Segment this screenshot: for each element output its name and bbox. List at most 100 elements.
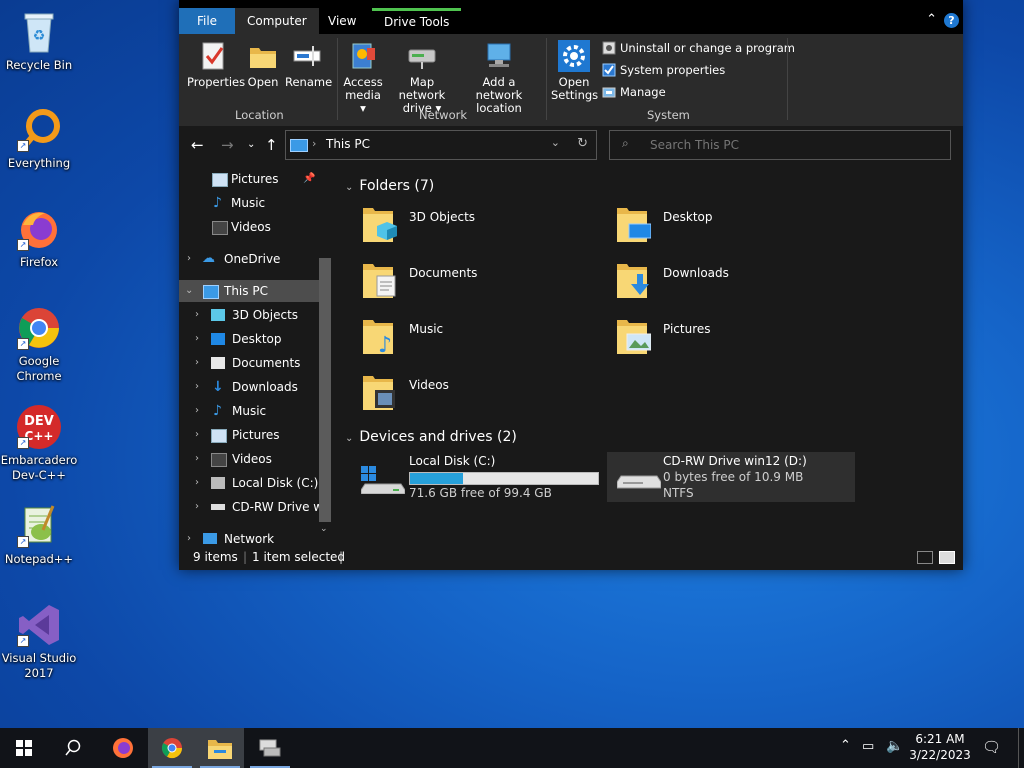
- search-button[interactable]: [48, 728, 96, 768]
- folder-downloads[interactable]: Downloads: [611, 258, 831, 310]
- collapse-chevron-down-icon[interactable]: ⌄: [185, 280, 193, 302]
- nav-item-onedrive[interactable]: › ☁ OneDrive: [179, 248, 319, 270]
- search-input[interactable]: [648, 135, 942, 155]
- nav-item-music[interactable]: › ♪ Music: [179, 400, 319, 422]
- address-path[interactable]: This PC: [326, 137, 370, 151]
- folder-3d-objects[interactable]: 3D Objects: [357, 202, 577, 254]
- expand-chevron-right-icon[interactable]: ›: [187, 528, 191, 544]
- folder-desktop[interactable]: Desktop: [611, 202, 831, 254]
- tab-computer[interactable]: Computer: [235, 8, 319, 34]
- expand-chevron-right-icon[interactable]: ›: [195, 472, 199, 494]
- properties-button[interactable]: Properties: [187, 40, 245, 89]
- nav-item-network[interactable]: › Network: [179, 528, 319, 544]
- folders-section-header[interactable]: ⌄ Folders (7): [345, 178, 434, 194]
- folder-videos[interactable]: Videos: [357, 370, 577, 422]
- add-network-location-button[interactable]: Add a network location: [459, 40, 539, 115]
- navigation-pane[interactable]: Pictures 📌 ♪ Music Videos › ☁ OneDrive ⌄…: [179, 164, 335, 544]
- visual-studio-icon: ↗: [15, 601, 63, 649]
- devices-section-header[interactable]: ⌄ Devices and drives (2): [345, 429, 517, 445]
- taskbar-chrome[interactable]: [148, 728, 196, 768]
- tab-view[interactable]: View: [316, 8, 368, 34]
- open-settings-button[interactable]: Open Settings: [551, 40, 598, 102]
- show-desktop-button[interactable]: [1018, 728, 1024, 768]
- file-explorer-window[interactable]: File Computer View Drive Tools ⌃ ? Prope…: [179, 0, 963, 570]
- start-button[interactable]: [0, 728, 48, 768]
- nav-item-desktop[interactable]: › Desktop: [179, 328, 319, 350]
- recent-locations-chevron-down-icon[interactable]: ⌄: [247, 139, 255, 150]
- nav-item-videos[interactable]: › Videos: [179, 448, 319, 470]
- nav-item-local-disk[interactable]: › Local Disk (C:): [179, 472, 319, 494]
- expand-chevron-right-icon[interactable]: ›: [195, 328, 199, 350]
- map-network-drive-button[interactable]: Map network drive ▾: [385, 40, 459, 115]
- drive-cd-rw-d[interactable]: CD-RW Drive win12 (D:) 0 bytes free of 1…: [607, 452, 855, 502]
- uninstall-program-button[interactable]: Uninstall or change a program: [602, 39, 795, 57]
- desktop-icon-visual-studio[interactable]: ↗ Visual Studio 2017: [0, 601, 78, 681]
- address-bar[interactable]: › This PC ⌄ ↻: [285, 130, 597, 160]
- desktop-icon-devcpp[interactable]: DEV C++ ↗ Embarcadero Dev-C++: [0, 403, 78, 483]
- properties-label: Properties: [187, 75, 246, 89]
- windows-logo-icon: [16, 740, 32, 756]
- notifications-icon[interactable]: 🗨: [982, 738, 1001, 756]
- show-hidden-icons-chevron-up-icon[interactable]: ⌃: [840, 738, 851, 753]
- nav-item-downloads[interactable]: › ↓ Downloads: [179, 376, 319, 398]
- search-box[interactable]: ⌕: [609, 130, 951, 160]
- expand-chevron-right-icon[interactable]: ›: [195, 304, 199, 326]
- nav-scrollbar-thumb[interactable]: [319, 258, 331, 522]
- section-collapse-chevron-down-icon[interactable]: ⌄: [345, 182, 353, 193]
- tab-drive-tools[interactable]: Drive Tools: [372, 8, 462, 34]
- help-icon[interactable]: ?: [944, 13, 959, 28]
- nav-item-this-pc[interactable]: ⌄ This PC: [179, 280, 319, 302]
- desktop-icon-firefox[interactable]: ↗ Firefox: [0, 205, 78, 270]
- section-collapse-chevron-down-icon[interactable]: ⌄: [345, 433, 353, 444]
- folder-music[interactable]: ♪ Music: [357, 314, 577, 366]
- desktop-icon-chrome[interactable]: ↗ Google Chrome: [0, 304, 78, 384]
- nav-item-videos-quick[interactable]: Videos: [179, 216, 319, 238]
- onedrive-cloud-icon: ☁: [202, 251, 215, 266]
- manage-button[interactable]: Manage: [602, 83, 666, 101]
- expand-chevron-right-icon[interactable]: ›: [195, 376, 199, 398]
- volume-muted-icon[interactable]: 🔈: [886, 738, 903, 754]
- expand-chevron-right-icon[interactable]: ›: [195, 400, 199, 422]
- taskbar-firefox[interactable]: [98, 728, 146, 768]
- section-title: Folders (7): [359, 178, 435, 194]
- refresh-icon[interactable]: ↻: [577, 136, 588, 151]
- open-button[interactable]: Open: [243, 40, 283, 89]
- pin-icon[interactable]: 📌: [303, 168, 315, 190]
- expand-chevron-right-icon[interactable]: ›: [187, 248, 191, 270]
- nav-item-music-quick[interactable]: ♪ Music: [179, 192, 319, 214]
- desktop-icon-everything[interactable]: ↗ Everything: [0, 106, 78, 171]
- folder-pictures[interactable]: Pictures: [611, 314, 831, 366]
- folder-documents[interactable]: Documents: [357, 258, 577, 310]
- clock[interactable]: 6:21 AM 3/22/2023: [905, 731, 975, 763]
- expand-chevron-right-icon[interactable]: ›: [195, 496, 199, 518]
- taskbar-file-explorer[interactable]: [196, 728, 244, 768]
- scroll-down-chevron-icon[interactable]: ⌄: [320, 524, 328, 534]
- expand-chevron-right-icon[interactable]: ›: [195, 448, 199, 470]
- large-icons-view-icon[interactable]: [939, 551, 955, 564]
- desktop-icon-notepadpp[interactable]: ↗ Notepad++: [0, 502, 78, 567]
- expand-chevron-right-icon[interactable]: ›: [195, 352, 199, 374]
- nav-item-cd-drive[interactable]: › CD-RW Drive win12 (D:): [179, 496, 319, 518]
- forward-arrow-icon[interactable]: →: [221, 136, 234, 154]
- taskbar-app-drive[interactable]: [246, 728, 294, 768]
- desktop-icon-recycle-bin[interactable]: ♻ Recycle Bin: [0, 8, 78, 73]
- network-tray-icon[interactable]: ▭: [862, 739, 874, 754]
- drive-local-disk-c[interactable]: Local Disk (C:) 71.6 GB free of 99.4 GB: [357, 454, 601, 504]
- nav-item-3d-objects[interactable]: › 3D Objects: [179, 304, 319, 326]
- title-bar[interactable]: [179, 0, 963, 8]
- address-dropdown-chevron-down-icon[interactable]: ⌄: [551, 136, 560, 149]
- rename-button[interactable]: Rename: [285, 40, 332, 89]
- nav-item-documents[interactable]: › Documents: [179, 352, 319, 374]
- up-arrow-icon[interactable]: ↑: [265, 136, 278, 154]
- nav-item-pictures-quick[interactable]: Pictures 📌: [179, 168, 319, 190]
- details-view-icon[interactable]: [917, 551, 933, 564]
- access-media-button[interactable]: Access media ▾: [341, 40, 385, 115]
- nav-item-pictures[interactable]: › Pictures: [179, 424, 319, 446]
- collapse-ribbon-chevron-up-icon[interactable]: ⌃: [926, 12, 937, 27]
- system-properties-button[interactable]: System properties: [602, 61, 725, 79]
- nav-scrollbar[interactable]: ⌄: [318, 258, 332, 538]
- content-pane[interactable]: ⌄ Folders (7) 3D Objects Desktop Document…: [337, 164, 963, 544]
- tab-file[interactable]: File: [179, 8, 235, 34]
- back-arrow-icon[interactable]: ←: [191, 136, 204, 154]
- expand-chevron-right-icon[interactable]: ›: [195, 424, 199, 446]
